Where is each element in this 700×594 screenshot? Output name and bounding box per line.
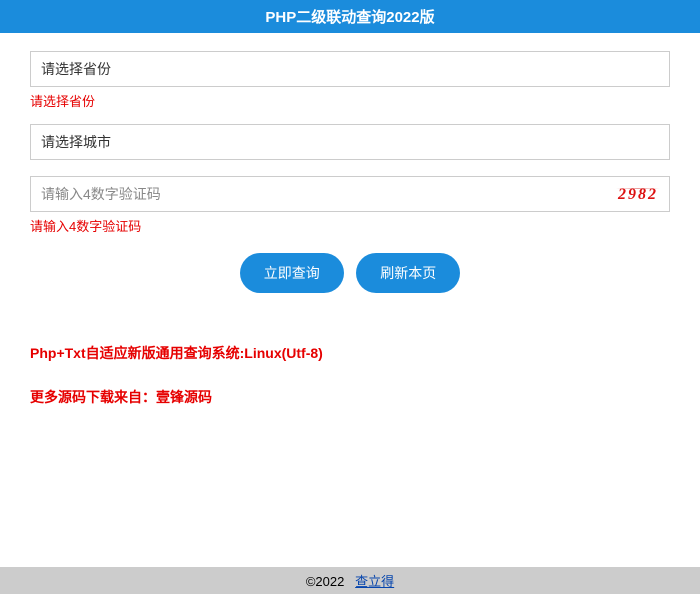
footer-link[interactable]: 查立得 [355, 574, 394, 589]
query-button[interactable]: 立即查询 [240, 253, 344, 293]
captcha-error: 请输入4数字验证码 [30, 216, 670, 235]
system-info: Php+Txt自适应新版通用查询系统:Linux(Utf-8) [30, 343, 670, 363]
province-select[interactable] [30, 51, 670, 87]
source-info: 更多源码下载来自：壹锋源码 [30, 387, 670, 407]
query-form: 请选择省份 2982 请输入4数字验证码 立即查询 刷新本页 [0, 33, 700, 293]
captcha-row: 2982 [30, 176, 670, 214]
page-title: PHP二级联动查询2022版 [265, 9, 434, 26]
city-select[interactable] [30, 124, 670, 160]
captcha-input[interactable] [30, 176, 670, 212]
button-row: 立即查询 刷新本页 [30, 253, 670, 293]
refresh-button[interactable]: 刷新本页 [356, 253, 460, 293]
source-name: 壹锋源码 [156, 389, 212, 405]
captcha-image[interactable]: 2982 [618, 186, 658, 204]
copyright-text: ©2022 [306, 574, 345, 589]
info-section: Php+Txt自适应新版通用查询系统:Linux(Utf-8) 更多源码下载来自… [0, 293, 700, 407]
source-prefix: 更多源码下载来自： [30, 389, 156, 405]
page-footer: ©2022 查立得 [0, 567, 700, 594]
page-header: PHP二级联动查询2022版 [0, 0, 700, 33]
province-error: 请选择省份 [30, 91, 670, 110]
